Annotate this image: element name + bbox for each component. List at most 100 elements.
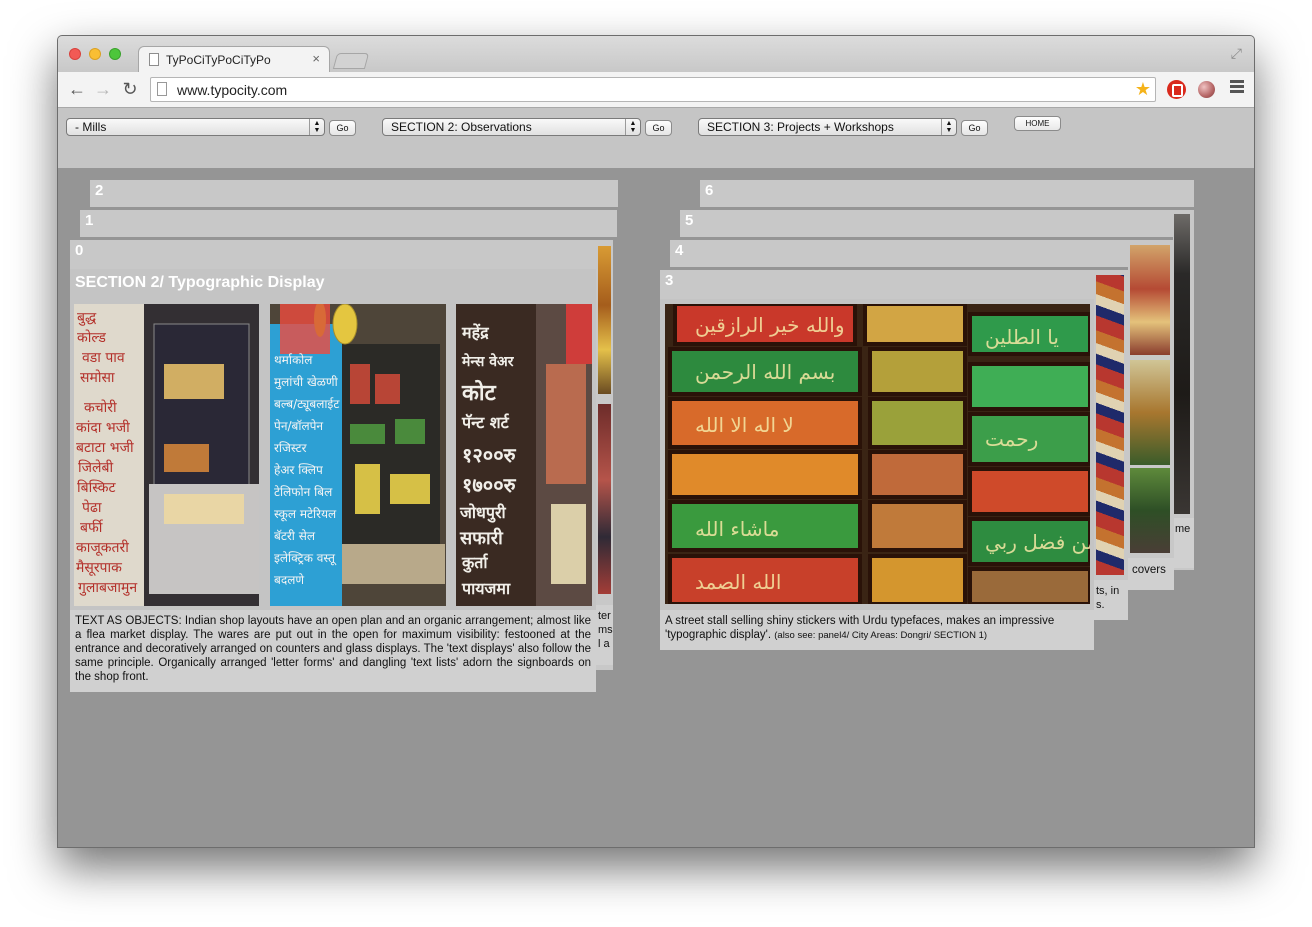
svg-text:गुलाबजामुन: गुलाबजामुन: [78, 580, 137, 596]
star-icon[interactable]: ★: [1135, 79, 1151, 100]
svg-text:पॅन्ट शर्ट: पॅन्ट शर्ट: [461, 413, 510, 432]
svg-text:जोधपुरी: जोधपुरी: [459, 503, 506, 523]
tab-title: TyPoCiTyPoCiTyPo: [166, 53, 271, 67]
svg-text:हेअर क्लिप: हेअर क्लिप: [274, 463, 323, 477]
svg-text:पेन/बॉलपेन: पेन/बॉलपेन: [274, 419, 323, 433]
svg-text:मुलांची खेळणी: मुलांची खेळणी: [274, 375, 339, 390]
panel-1-photo-a: [598, 246, 611, 394]
panel-6-photo: [1174, 214, 1190, 514]
section3-select[interactable]: SECTION 3: Projects + Workshops ▲ ▼: [698, 118, 957, 136]
panel-1-photo-b: [598, 404, 611, 594]
maximize-window-button[interactable]: [109, 48, 121, 60]
fullscreen-icon[interactable]: ⤢: [1231, 45, 1242, 62]
tab-close-icon[interactable]: ×: [312, 51, 320, 66]
page-icon: [149, 53, 159, 66]
svg-text:बल्ब/ट्यूबलाईट: बल्ब/ट्यूबलाईट: [274, 397, 340, 412]
stationery-shop-photo[interactable]: थर्माकोल मुलांची खेळणी बल्ब/ट्यूबलाईट पेन/…: [270, 304, 446, 606]
svg-text:टेलिफोन बिल: टेलिफोन बिल: [274, 485, 333, 499]
svg-text:कांदा भजी: कांदा भजी: [76, 419, 130, 436]
go-button-3[interactable]: Go: [961, 120, 988, 136]
page-content: - Mills ▲ ▼ Go SECTION 2: Observations ▲ ▼…: [58, 108, 1254, 847]
panel-6-body: me: [1173, 210, 1194, 570]
panel-4-caption-peek: ts, in s.: [1094, 580, 1128, 620]
close-window-button[interactable]: [69, 48, 81, 60]
panel-3-photo-frame: والله خير الرازقين يا الطلين بسم الله ال…: [660, 299, 1094, 610]
svg-text:बुद्ध: बुद्ध: [77, 310, 97, 326]
panel-0-photos: बुद्ध कोल्ड वडा पाव समोसा कचोरी कांदा भजी बट…: [70, 299, 596, 610]
panel-0-heading-bar: SECTION 2/ Typographic Display: [70, 269, 596, 301]
panel-5-photo-a: [1130, 245, 1170, 355]
tab-strip: TyPoCiTyPoCiTyPo × ⤢: [58, 36, 1254, 73]
svg-text:थर्माकोल: थर्माकोल: [274, 353, 313, 367]
minimize-window-button[interactable]: [89, 48, 101, 60]
site-navbar: - Mills ▲ ▼ Go SECTION 2: Observations ▲ ▼…: [58, 108, 1254, 168]
select-value: SECTION 3: Projects + Workshops: [707, 120, 894, 134]
svg-text:काजूकतरी: काजूकतरी: [76, 539, 129, 556]
panel-3-header[interactable]: 3: [660, 270, 1094, 299]
home-button[interactable]: HOME: [1014, 116, 1061, 131]
panel-4-photo: [1096, 275, 1124, 575]
menu-icon[interactable]: [1230, 80, 1244, 95]
forward-arrow-icon[interactable]: →: [92, 79, 114, 100]
svg-text:बदलणे: बदलणे: [274, 573, 304, 587]
browser-tab[interactable]: TyPoCiTyPoCiTyPo ×: [138, 46, 330, 73]
svg-text:बटाटा भजी: बटाटा भजी: [76, 439, 134, 456]
panel-number: 6: [705, 182, 714, 199]
panel-1-header[interactable]: 1: [80, 210, 617, 237]
svg-text:सफारी: सफारी: [459, 527, 504, 549]
svg-text:कोल्ड: कोल्ड: [77, 329, 106, 346]
url-text[interactable]: www.typocity.com: [177, 82, 287, 98]
panel-1-caption-peek: ter ms l a: [596, 605, 613, 665]
svg-text:बॅटरी सेल: बॅटरी सेल: [274, 529, 316, 543]
panel-0-heading: SECTION 2/ Typographic Display: [75, 274, 325, 291]
browser-toolbar: ← → ↻ www.typocity.com ★: [58, 72, 1254, 108]
go-button-1[interactable]: Go: [329, 120, 356, 136]
panel-3-caption: A street stall selling shiny stickers wi…: [660, 610, 1094, 650]
panel-6-caption-peek: me: [1173, 518, 1194, 568]
svg-text:मैसूरपाक: मैसूरपाक: [76, 559, 122, 576]
svg-text:من فضل ربي: من فضل ربي: [985, 530, 1090, 555]
select-value: SECTION 2: Observations: [391, 120, 532, 134]
select-value: - Mills: [75, 120, 107, 134]
reload-icon[interactable]: ↻: [119, 79, 141, 100]
svg-text:जिलेबी: जिलेबी: [78, 459, 113, 476]
svg-text:रजिस्टर: रजिस्टर: [274, 441, 308, 455]
sweet-shop-photo[interactable]: बुद्ध कोल्ड वडा पाव समोसा कचोरी कांदा भजी बट…: [74, 304, 259, 606]
panel-5-header[interactable]: 5: [680, 210, 1174, 237]
svg-text:बर्फी: बर्फी: [80, 519, 104, 536]
section2-select[interactable]: SECTION 2: Observations ▲ ▼: [382, 118, 641, 136]
panel-2-header[interactable]: 2: [90, 180, 618, 207]
select-arrow-icon: ▲ ▼: [625, 119, 640, 135]
svg-text:समोसा: समोसा: [80, 369, 115, 386]
extension-icon[interactable]: [1198, 81, 1215, 98]
adblock-icon[interactable]: [1167, 80, 1186, 99]
panel-4-header[interactable]: 4: [670, 240, 1128, 267]
urdu-stickers-photo[interactable]: والله خير الرازقين يا الطلين بسم الله ال…: [665, 304, 1090, 604]
panel-5-body: covers: [1128, 240, 1174, 590]
panel-6-header[interactable]: 6: [700, 180, 1194, 207]
panel-1-body: ter ms l a: [596, 240, 613, 670]
svg-text:رحمت: رحمت: [985, 427, 1038, 451]
panel-number: 3: [665, 272, 674, 289]
panel-0-caption: TEXT AS OBJECTS: Indian shop layouts hav…: [70, 610, 596, 692]
svg-text:بسم الله الرحمن: بسم الله الرحمن: [695, 360, 835, 384]
tailor-signboard-photo[interactable]: महेंद्र मेन्स वेअर कोट पॅन्ट शर्ट १२००रु…: [456, 304, 592, 606]
panel-0-header[interactable]: 0: [70, 240, 596, 269]
page-icon: [157, 82, 167, 96]
svg-text:महेंद्र: महेंद्र: [461, 323, 489, 342]
svg-text:स्कूल मटेरियल: स्कूल मटेरियल: [274, 507, 337, 522]
select-arrow-icon: ▲ ▼: [941, 119, 956, 135]
new-tab-button[interactable]: [332, 53, 370, 69]
panel-5-photo-c: [1130, 468, 1170, 553]
section1-select[interactable]: - Mills ▲ ▼: [66, 118, 325, 136]
svg-text:पायजमा: पायजमा: [461, 579, 511, 598]
svg-text:कुर्ता: कुर्ता: [461, 553, 489, 573]
panel-number: 0: [75, 242, 84, 259]
svg-text:والله خير الرازقين: والله خير الرازقين: [695, 313, 845, 337]
back-arrow-icon[interactable]: ←: [66, 79, 88, 100]
svg-text:कचोरी: कचोरी: [84, 399, 117, 416]
panel-number: 4: [675, 242, 684, 259]
go-button-2[interactable]: Go: [645, 120, 672, 136]
address-bar[interactable]: www.typocity.com ★: [150, 77, 1156, 102]
panel-number: 2: [95, 182, 104, 199]
